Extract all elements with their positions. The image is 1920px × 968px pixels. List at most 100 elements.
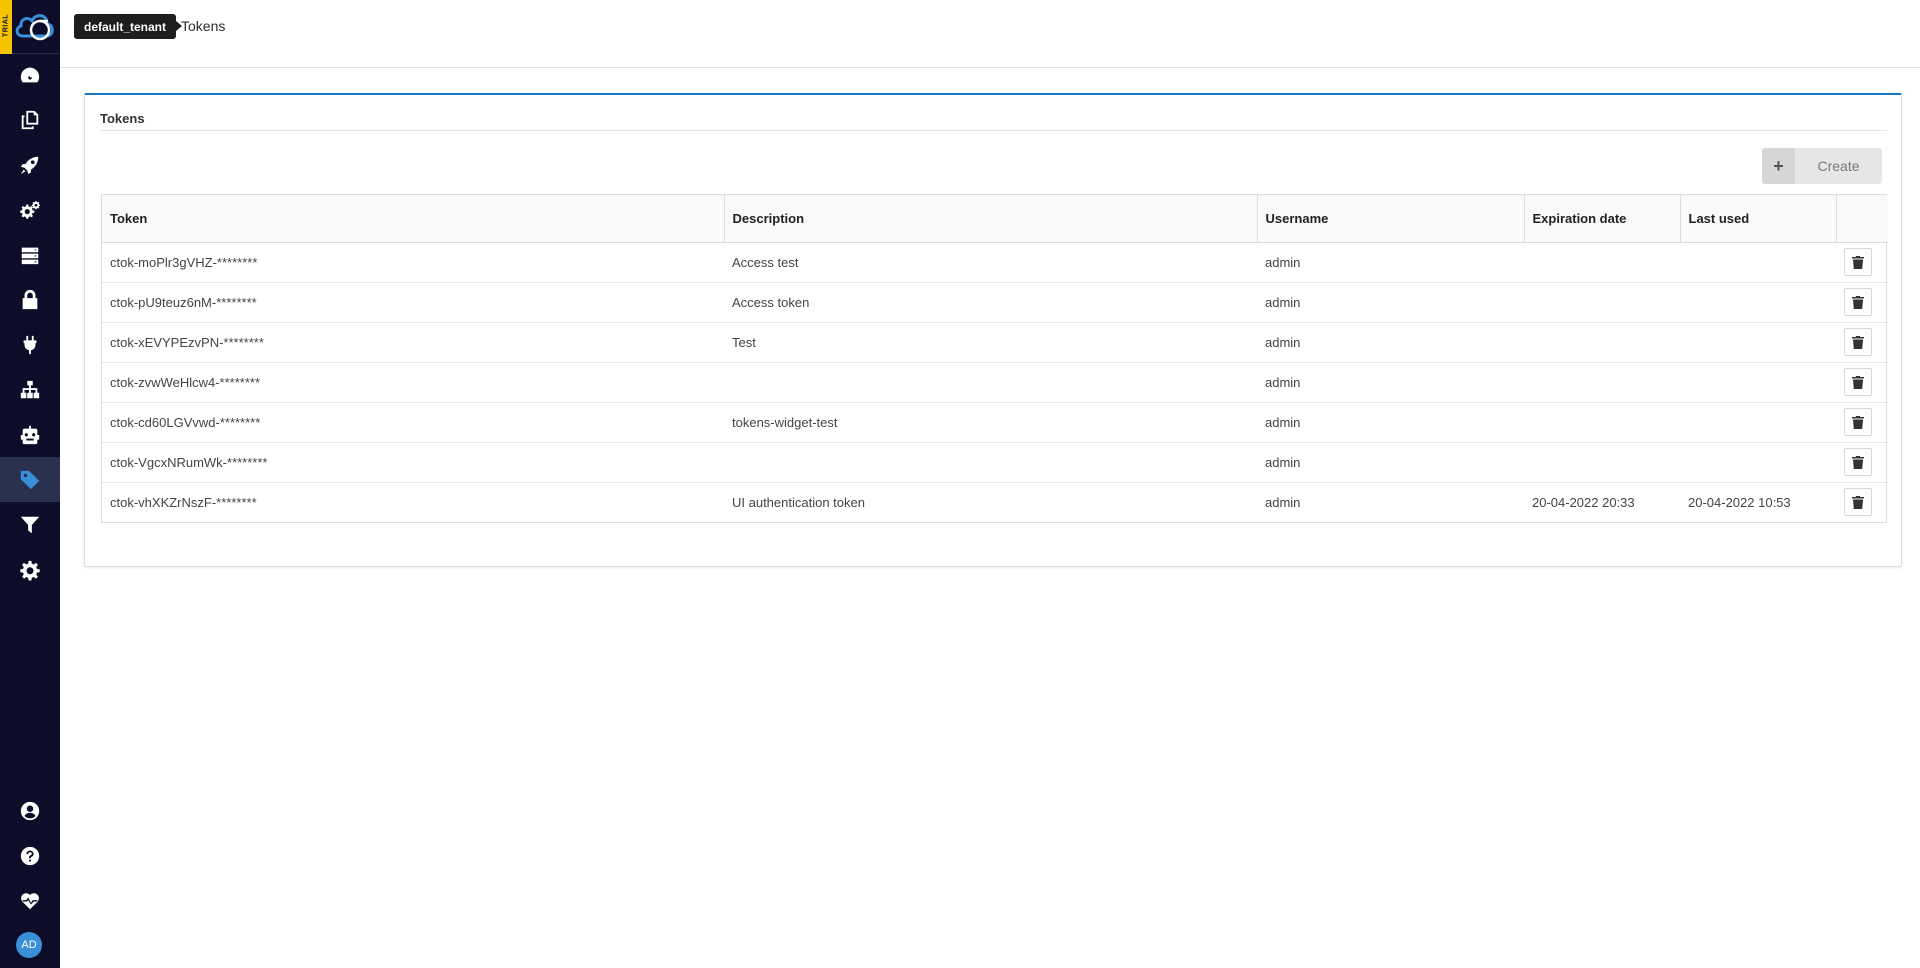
delete-button[interactable] [1844,488,1872,517]
tag-icon [20,470,40,489]
table-header-row: Token Description Username Expiration da… [102,195,1888,243]
nav-plug[interactable] [0,322,60,367]
plus-icon: + [1762,148,1795,184]
logo-area[interactable]: TRIAL [0,0,60,54]
nav-copy[interactable] [0,97,60,142]
trash-icon [1852,495,1864,509]
column-header-username[interactable]: Username [1257,195,1525,243]
actions-cell [1836,362,1888,403]
page-title: Tokens [181,18,226,34]
trash-icon [1852,455,1864,469]
delete-button[interactable] [1844,448,1872,476]
expiration-cell [1524,242,1680,283]
expiration-cell: 20-04-2022 20:33 [1532,494,1635,510]
trial-badge-label: TRIAL [2,13,10,38]
nav-dashboard[interactable] [0,52,60,97]
actions-cell [1836,242,1888,283]
expiration-cell [1524,442,1680,483]
last-used-cell [1680,282,1836,323]
settings-icon [20,560,40,580]
copy-icon [21,110,39,129]
avatar[interactable]: AD [16,932,42,958]
description-cell: UI authentication token [732,494,865,510]
heartbeat-icon [21,892,39,909]
actions-cell [1836,402,1888,443]
delete-button[interactable] [1844,408,1872,436]
table-row: ctok-xEVYPEzvPN-******** Test admin [102,322,1888,363]
server-icon [21,247,39,264]
expiration-cell [1524,322,1680,363]
username-cell: admin [1257,322,1524,363]
expiration-cell [1524,402,1680,443]
nav-rocket[interactable] [0,142,60,187]
delete-button[interactable] [1844,328,1872,356]
last-used-cell: 20-04-2022 10:53 [1688,494,1791,510]
create-button-label: Create [1817,158,1860,174]
column-header-description[interactable]: Description [724,195,1258,243]
username-cell: admin [1257,282,1524,323]
column-header-expiration-date[interactable]: Expiration date [1524,195,1681,243]
cloud-logo-icon [15,14,54,41]
username-cell: admin [1257,362,1524,403]
nav-sitemap[interactable] [0,367,60,412]
last-used-cell [1680,322,1836,363]
username-cell: admin [1257,402,1524,443]
nav-tokens[interactable] [0,457,60,502]
top-bar: default_tenant Tokens [60,0,1920,68]
nav-settings[interactable] [0,547,60,592]
expiration-cell [1524,362,1680,403]
token-cell: ctok-moPlr3gVHZ-******** [102,242,724,283]
breadcrumb-tenant[interactable]: default_tenant [74,14,183,39]
table-row: ctok-vhXKZrNszF-******** UI authenticati… [102,482,1888,522]
last-used-cell [1680,362,1836,403]
trash-icon [1852,295,1864,309]
trash-icon [1852,335,1864,349]
nav-help[interactable] [0,833,60,878]
lock-icon [22,289,38,309]
description-cell: Test [724,322,1257,363]
trial-badge: TRIAL [0,0,12,54]
token-cell: ctok-zvwWeHlcw4-******** [102,362,724,403]
description-cell: tokens-widget-test [724,402,1257,443]
cogs-icon [20,200,41,219]
trash-icon [1852,415,1864,429]
expiration-cell [1524,282,1680,323]
card-divider [100,130,1887,131]
username-cell: admin [1257,242,1524,283]
nav-cogs[interactable] [0,187,60,232]
nav-health[interactable] [0,878,60,923]
delete-button[interactable] [1844,288,1872,316]
username-cell: admin [1257,442,1524,483]
nav-robot[interactable] [0,412,60,457]
dashboard-icon [20,67,40,82]
table-row: ctok-cd60LGVvwd-******** tokens-widget-t… [102,402,1888,443]
token-cell: ctok-xEVYPEzvPN-******** [102,322,724,363]
actions-cell [1836,282,1888,323]
last-used-cell [1680,242,1836,283]
username-cell: admin [1265,494,1301,510]
last-used-cell [1680,402,1836,443]
description-cell [724,442,1257,483]
tokens-card: Tokens + Create Token Description Userna… [84,93,1902,567]
description-cell: Access token [724,282,1257,323]
nav-server[interactable] [0,232,60,277]
actions-cell [1836,442,1888,483]
column-header-token[interactable]: Token [102,195,725,243]
plug-icon [23,335,37,354]
description-cell [724,362,1257,403]
token-cell: ctok-pU9teuz6nM-******** [102,282,724,323]
nav-lock[interactable] [0,277,60,322]
nav-filter[interactable] [0,502,60,547]
delete-button[interactable] [1844,368,1872,396]
last-used-cell [1680,442,1836,483]
table-row: ctok-zvwWeHlcw4-******** admin [102,362,1888,403]
column-header-last-used[interactable]: Last used [1680,195,1837,243]
description-cell: Access test [724,242,1257,283]
token-cell: ctok-vhXKZrNszF-******** [110,494,257,510]
table-row: ctok-pU9teuz6nM-******** Access token ad… [102,282,1888,323]
nav-account[interactable] [0,788,60,833]
help-icon [20,846,40,865]
delete-button[interactable] [1844,248,1872,276]
create-token-button[interactable]: + Create [1762,148,1882,184]
card-title: Tokens [100,111,145,126]
